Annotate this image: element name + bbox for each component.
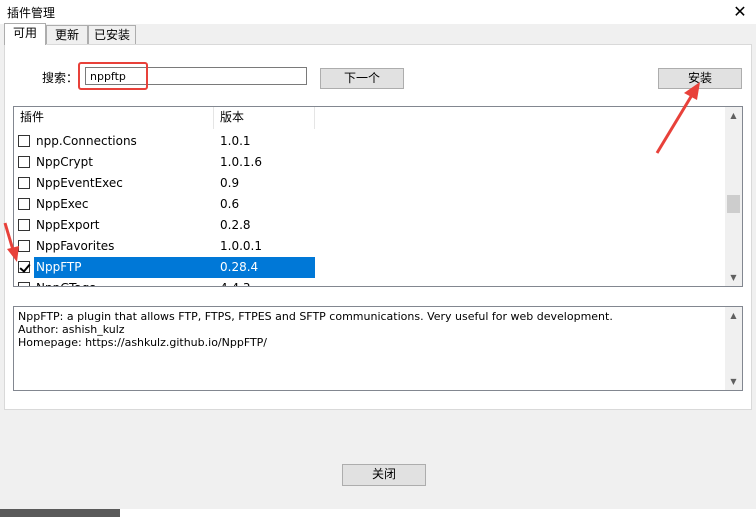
annotation-arrows bbox=[3, 82, 700, 262]
arrow-to-checkbox-icon bbox=[3, 222, 19, 262]
tab-available[interactable]: 可用 bbox=[4, 23, 46, 45]
arrow-to-install-icon bbox=[655, 82, 700, 154]
